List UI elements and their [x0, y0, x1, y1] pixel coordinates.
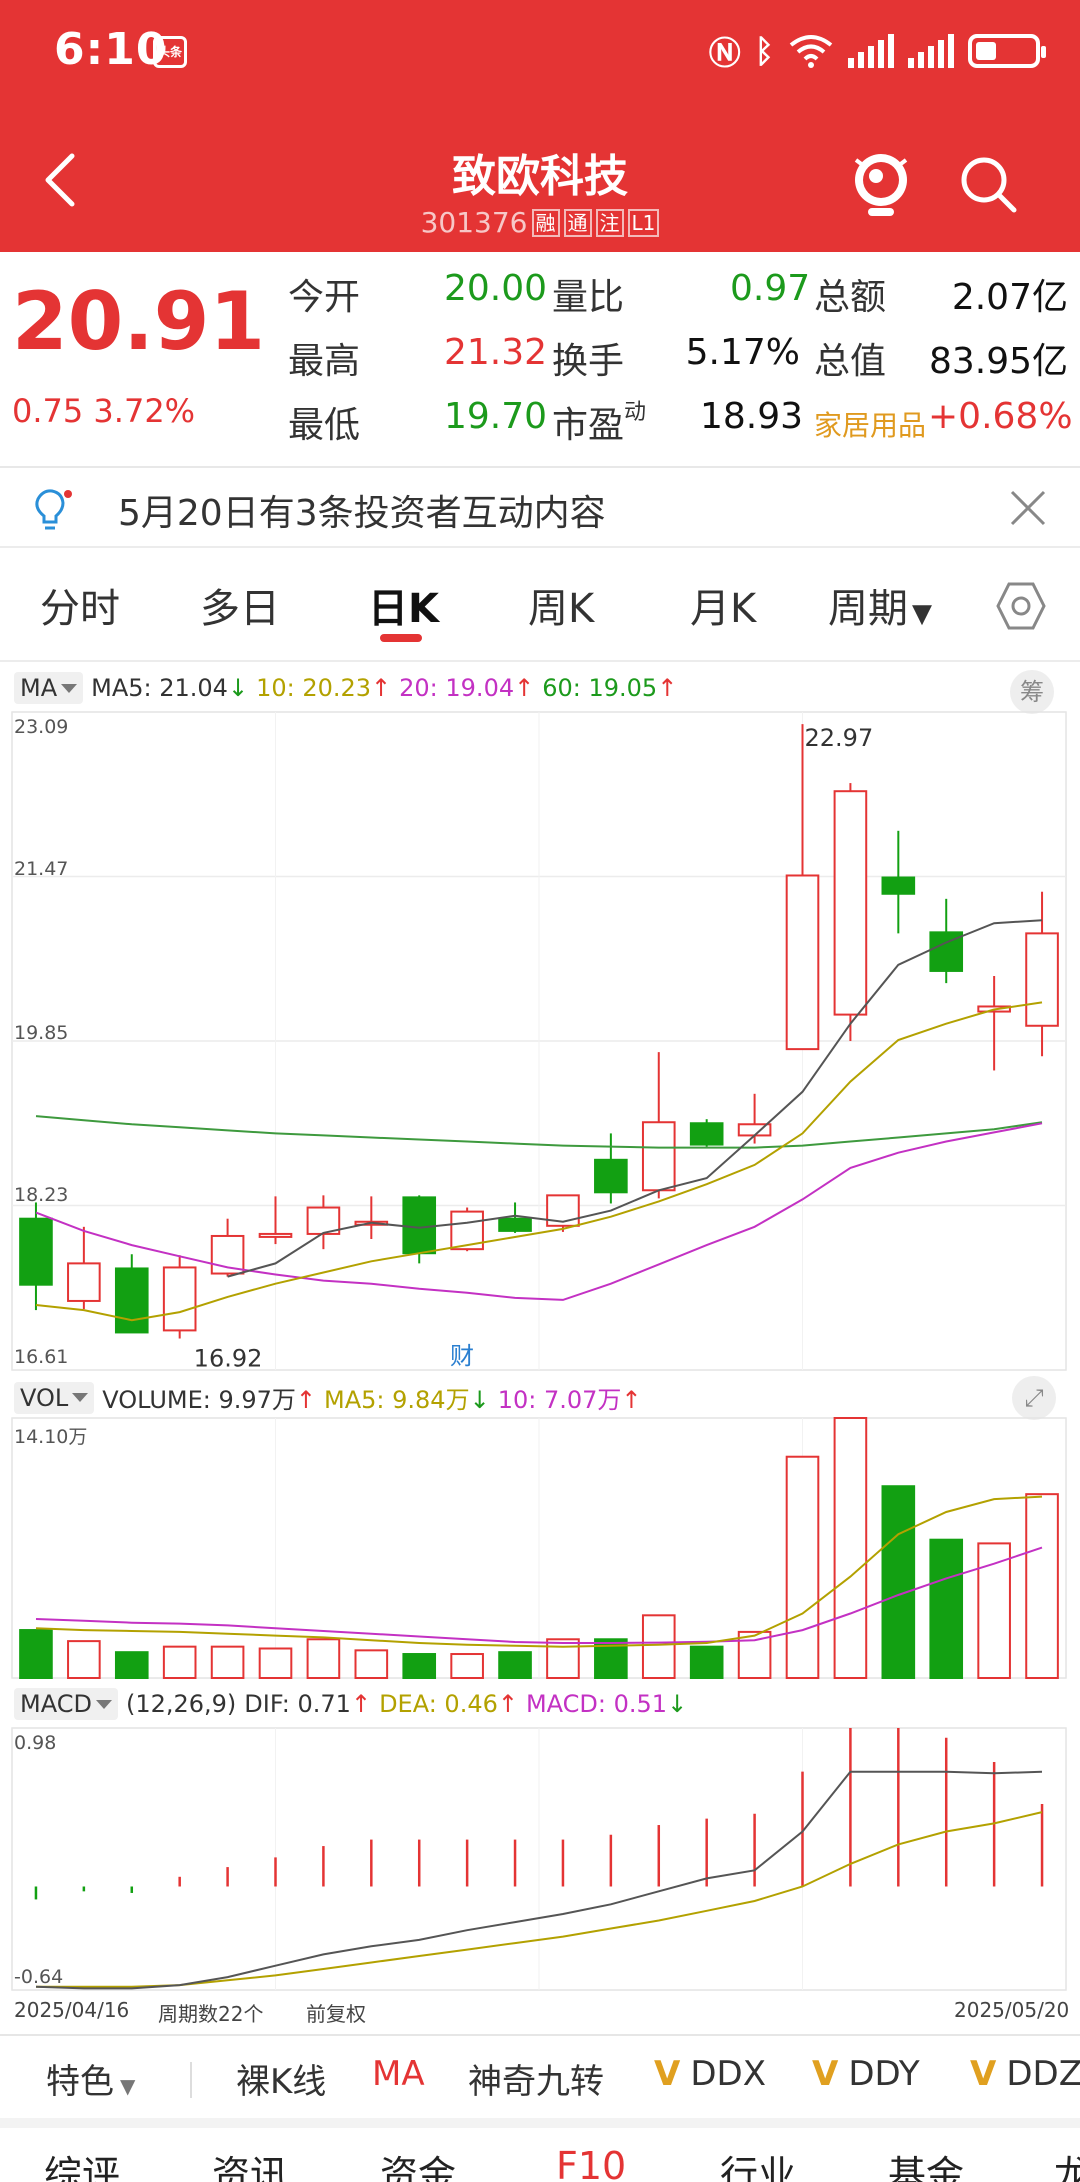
btab-overview[interactable]: 综评: [44, 2144, 120, 2182]
volume-bar: [929, 1538, 964, 1680]
bottom-tabs: 综评 资讯 资金 F10 行业 基金 龙: [0, 2136, 1080, 2182]
btab-industry[interactable]: 行业: [720, 2144, 796, 2182]
volume-bar: [354, 1649, 389, 1680]
volume-bar: [546, 1638, 580, 1680]
candle-body: [833, 790, 868, 1016]
tool-ddz[interactable]: V DDZ: [970, 2054, 1080, 2094]
volume-bar: [306, 1638, 341, 1680]
candle-body: [19, 1217, 53, 1286]
indicator-toolbar: 特色 ▼ 裸K线 MA 神奇九转 V DDX V DDY V DDZ: [0, 2038, 1080, 2114]
special-dropdown[interactable]: 特色 ▼: [46, 2054, 135, 2103]
high-price-label: 22.97: [805, 724, 874, 752]
candle-body: [162, 1266, 197, 1332]
end-date: 2025/05/20: [954, 1998, 1070, 2022]
candle-body: [498, 1217, 532, 1232]
volume-bar: [67, 1640, 101, 1680]
tool-naked-k[interactable]: 裸K线: [236, 2054, 326, 2103]
tool-ddy-label: DDY: [848, 2054, 920, 2094]
tool-ddy[interactable]: V DDY: [812, 2054, 920, 2094]
period-count: 周期数22个: [158, 2002, 264, 2026]
special-label: 特色: [46, 2062, 114, 2102]
candle-body: [641, 1121, 676, 1192]
btab-more[interactable]: 龙: [1054, 2144, 1080, 2182]
volume-bar: [450, 1653, 484, 1679]
tool-ddz-label: DDZ: [1006, 2054, 1080, 2094]
candle-body: [114, 1267, 149, 1334]
kline-chart[interactable]: 22.97 16.92 财: [0, 0, 1080, 2030]
btab-capital[interactable]: 资金: [380, 2144, 456, 2182]
caret-down-icon: ▼: [120, 2074, 136, 2098]
divider: [0, 2034, 1080, 2036]
tool-ddx-label: DDX: [690, 2054, 766, 2094]
volume-bar: [881, 1485, 916, 1679]
start-date: 2025/04/16: [14, 1998, 130, 2022]
volume-bar: [402, 1653, 437, 1679]
tool-ddx[interactable]: V DDX: [654, 2054, 766, 2094]
candle-body: [881, 876, 916, 895]
tool-ma[interactable]: MA: [372, 2054, 425, 2094]
btab-news[interactable]: 资讯: [212, 2144, 288, 2182]
tool-magic-nine[interactable]: 神奇九转: [468, 2054, 604, 2103]
divider: [0, 2118, 1080, 2128]
ma5-line: [227, 919, 1043, 1278]
candle-body: [67, 1262, 101, 1302]
volume-bar: [833, 1417, 868, 1679]
volume-bar: [498, 1651, 532, 1680]
candle-body: [1025, 932, 1059, 1027]
candle-body: [594, 1158, 628, 1194]
volume-bar: [258, 1647, 293, 1680]
volume-bar: [162, 1645, 197, 1679]
candle-body: [785, 874, 820, 1051]
candle-body: [689, 1122, 724, 1146]
v-icon: V: [654, 2054, 681, 2094]
volume-bar: [1025, 1493, 1059, 1679]
volume-bar: [641, 1614, 676, 1679]
v-icon: V: [970, 2054, 997, 2094]
candle-body: [402, 1196, 437, 1255]
btab-f10[interactable]: F10: [556, 2144, 626, 2182]
adjust-mode[interactable]: 前复权: [306, 1998, 366, 2027]
volume-bar: [114, 1651, 149, 1680]
volume-bar: [210, 1645, 245, 1679]
finance-event-marker: 财: [450, 1342, 474, 1370]
toolbar-separator: [190, 2062, 192, 2098]
screen: 6:10 头条 Ⓝ ᛒ 致欧科技 301376 融 通 注 L1 20.91 0…: [0, 0, 1080, 2182]
v-icon: V: [812, 2054, 839, 2094]
volume-bar: [785, 1455, 820, 1679]
volume-bar: [19, 1629, 53, 1680]
btab-fund[interactable]: 基金: [888, 2144, 964, 2182]
low-price-label: 16.92: [194, 1345, 263, 1373]
volume-bar: [689, 1645, 724, 1679]
candle-body: [258, 1232, 293, 1238]
